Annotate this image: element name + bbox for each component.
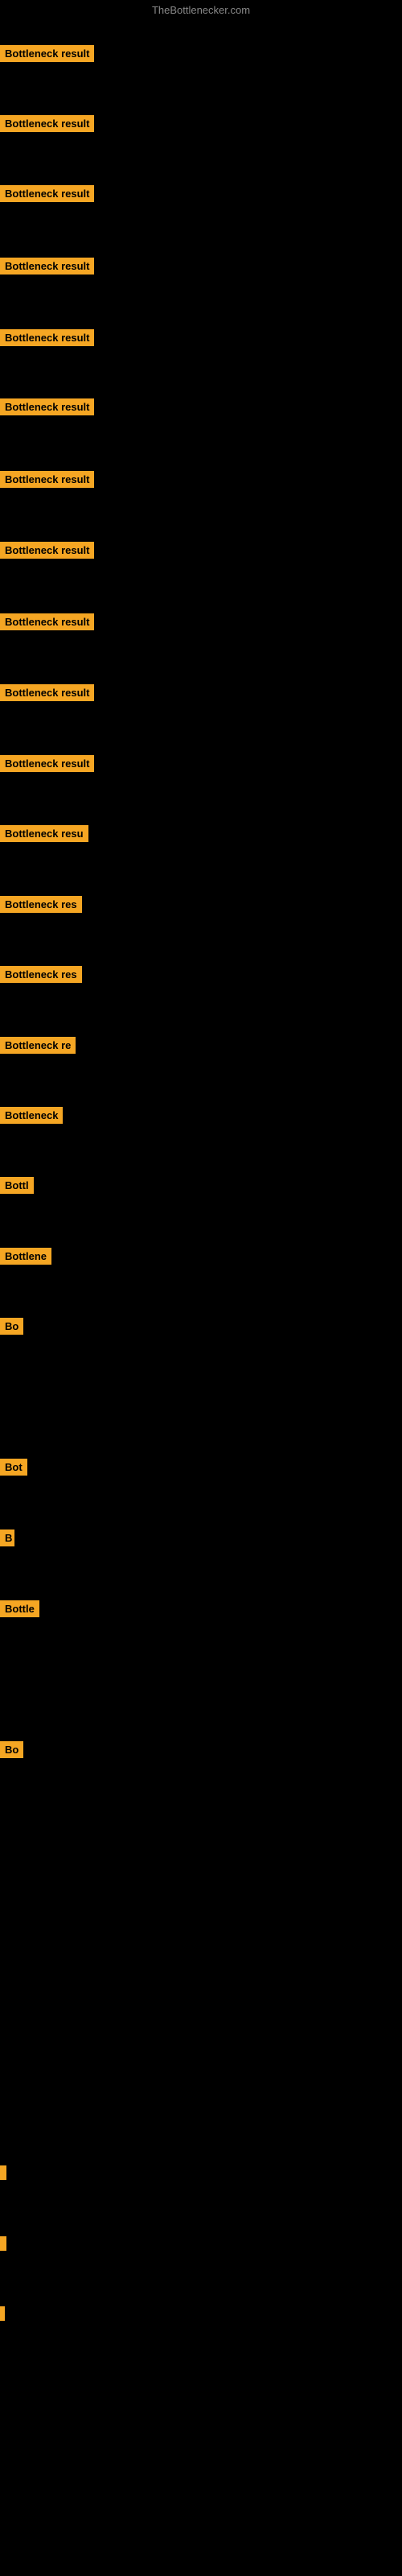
bottleneck-badge-11: Bottleneck resu bbox=[0, 825, 88, 842]
bottleneck-badge-12: Bottleneck res bbox=[0, 896, 82, 913]
bottleneck-badge-18: Bo bbox=[0, 1318, 23, 1335]
bottleneck-badge-8: Bottleneck result bbox=[0, 613, 94, 630]
bottleneck-badge-0: Bottleneck result bbox=[0, 45, 94, 62]
bottleneck-badge-5: Bottleneck result bbox=[0, 398, 94, 415]
bottleneck-badge-10: Bottleneck result bbox=[0, 755, 94, 772]
bottleneck-badge-16: Bottl bbox=[0, 1177, 34, 1194]
small-bar-1 bbox=[0, 2236, 6, 2251]
bottleneck-badge-7: Bottleneck result bbox=[0, 542, 94, 559]
bottleneck-badge-21: Bottle bbox=[0, 1600, 39, 1617]
bottleneck-badge-9: Bottleneck result bbox=[0, 684, 94, 701]
bottleneck-badge-17: Bottlene bbox=[0, 1248, 51, 1265]
bottleneck-badge-19: Bot bbox=[0, 1459, 27, 1476]
bottleneck-badge-14: Bottleneck re bbox=[0, 1037, 76, 1054]
bottleneck-badge-15: Bottleneck bbox=[0, 1107, 63, 1124]
small-bar-2 bbox=[0, 2306, 5, 2321]
bottleneck-badge-1: Bottleneck result bbox=[0, 115, 94, 132]
bottleneck-badge-20: B bbox=[0, 1530, 14, 1546]
bottleneck-badge-6: Bottleneck result bbox=[0, 471, 94, 488]
bottleneck-badge-22: Bo bbox=[0, 1741, 23, 1758]
bottleneck-badge-13: Bottleneck res bbox=[0, 966, 82, 983]
bottleneck-badge-4: Bottleneck result bbox=[0, 329, 94, 346]
bottleneck-badge-2: Bottleneck result bbox=[0, 185, 94, 202]
site-title: TheBottlenecker.com bbox=[0, 4, 402, 16]
small-bar-0 bbox=[0, 2165, 6, 2180]
bottleneck-badge-3: Bottleneck result bbox=[0, 258, 94, 275]
